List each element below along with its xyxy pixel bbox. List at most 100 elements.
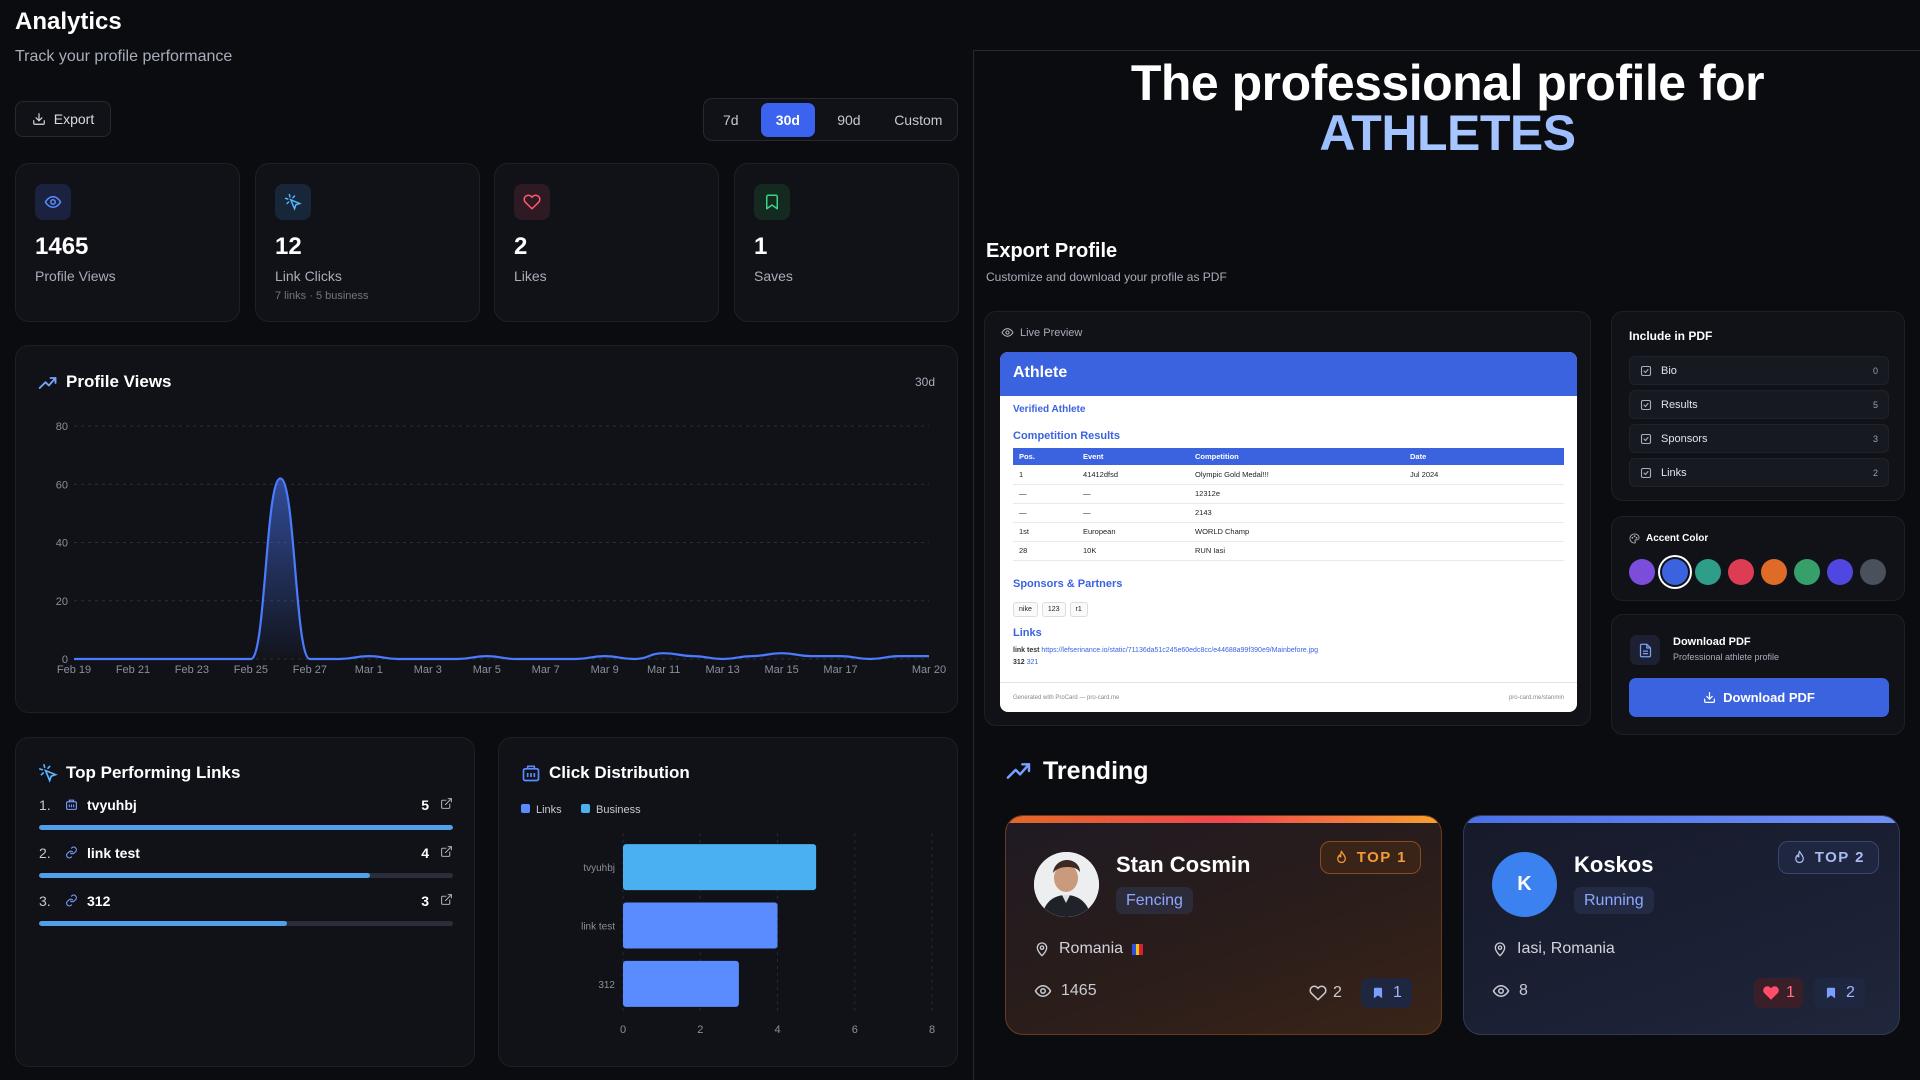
external-link-icon[interactable] bbox=[440, 893, 453, 911]
flame-icon bbox=[1334, 850, 1349, 865]
heart-icon bbox=[1762, 984, 1780, 1002]
stat-label: Likes bbox=[514, 268, 547, 284]
like-button[interactable]: 2 bbox=[1301, 978, 1350, 1008]
pdf-table-cell: RUN Iasi bbox=[1189, 541, 1404, 561]
include-label: Bio bbox=[1661, 364, 1677, 377]
include-label: Results bbox=[1661, 398, 1698, 411]
like-button[interactable]: 1 bbox=[1754, 978, 1803, 1008]
include-toggle-results[interactable]: Results 5 bbox=[1629, 390, 1889, 419]
pdf-table-cell: — bbox=[1013, 503, 1077, 523]
link-progress-fill bbox=[39, 825, 453, 830]
accent-title-label: Accent Color bbox=[1646, 533, 1709, 544]
section-title: Top Performing Links bbox=[66, 763, 241, 782]
athlete-name: Stan Cosmin bbox=[1116, 852, 1251, 877]
pdf-footer-right: pro-card.me/stanmin bbox=[1508, 695, 1564, 701]
pdf-table-cell: 2143 bbox=[1189, 503, 1404, 523]
checkbox-checked-icon bbox=[1640, 433, 1652, 445]
download-pdf-button[interactable]: Download PDF bbox=[1629, 678, 1889, 717]
stat-value: 2 bbox=[514, 233, 528, 260]
external-link-icon[interactable] bbox=[440, 845, 453, 863]
include-toggle-sponsors[interactable]: Sponsors 3 bbox=[1629, 424, 1889, 453]
eye-icon bbox=[1034, 982, 1052, 1000]
profile-views-chart: 020406080Feb 19 Feb 21 Feb 23 Feb 25 Feb 27 M… bbox=[56, 421, 946, 676]
flame-icon bbox=[1792, 850, 1807, 865]
accent-color-swatch[interactable] bbox=[1860, 559, 1886, 585]
pdf-athlete-name: Athlete bbox=[1000, 352, 1577, 396]
link-progress-track bbox=[39, 873, 453, 878]
category-label: tvyuhbj bbox=[583, 863, 615, 874]
link-rank: 1. bbox=[39, 797, 51, 813]
pdf-column-header: Pos. bbox=[1013, 448, 1077, 465]
stat-label: Saves bbox=[754, 268, 793, 284]
series-line bbox=[74, 477, 929, 661]
hero-heading: The professional profile for ATHLETES bbox=[975, 58, 1920, 158]
pdf-table-cell bbox=[1404, 484, 1564, 504]
export-label: Export bbox=[53, 111, 95, 127]
export-button[interactable]: Export bbox=[15, 101, 111, 137]
pdf-preview: Athlete Verified Athlete Competition Res… bbox=[1000, 352, 1577, 712]
accent-color-swatch[interactable] bbox=[1761, 559, 1787, 585]
legend-label: Links bbox=[536, 804, 562, 816]
heart-icon bbox=[514, 184, 550, 220]
pdf-link-label: link test bbox=[1013, 647, 1040, 654]
pdf-verified-label: Verified Athlete bbox=[1013, 404, 1086, 415]
pdf-sponsors-heading: Sponsors & Partners bbox=[1013, 578, 1123, 590]
include-toggle-links[interactable]: Links 2 bbox=[1629, 458, 1889, 487]
download-icon bbox=[1703, 691, 1716, 704]
pdf-table-cell bbox=[1404, 503, 1564, 523]
x-tick-label: Feb 19 bbox=[57, 664, 91, 676]
link-row[interactable]: 3. 312 3 bbox=[39, 893, 453, 933]
rank-label: TOP 1 bbox=[1356, 849, 1407, 866]
stat-value: 1 bbox=[754, 233, 768, 260]
sport-badge: Fencing bbox=[1116, 887, 1193, 914]
checkbox-checked-icon bbox=[1640, 365, 1652, 377]
eye-icon bbox=[1001, 326, 1014, 339]
date-range-selector: 7d 30d 90d Custom bbox=[703, 98, 958, 141]
eye-icon bbox=[1492, 982, 1510, 1000]
accent-color-swatch[interactable] bbox=[1695, 559, 1721, 585]
accent-color-swatch[interactable] bbox=[1662, 559, 1688, 585]
accent-color-swatch[interactable] bbox=[1728, 559, 1754, 585]
accent-color-swatch[interactable] bbox=[1629, 559, 1655, 585]
range-90d-button[interactable]: 90d bbox=[821, 103, 877, 137]
likes-value: 1 bbox=[1786, 984, 1795, 1001]
range-7d-button[interactable]: 7d bbox=[707, 103, 755, 137]
athlete-name: Koskos bbox=[1574, 852, 1654, 877]
athlete-card[interactable]: K Koskos Running TOP 2 Iasi, Romania 8 1… bbox=[1463, 815, 1900, 1035]
x-tick-label: Mar 3 bbox=[414, 664, 442, 676]
trending-title: Trending bbox=[1043, 757, 1149, 785]
link-progress-track bbox=[39, 825, 453, 830]
x-tick-label: 2 bbox=[697, 1024, 703, 1036]
range-custom-button[interactable]: Custom bbox=[883, 103, 954, 137]
x-tick-label: Mar 17 bbox=[823, 664, 857, 676]
external-link-icon[interactable] bbox=[440, 797, 453, 815]
link-rank: 3. bbox=[39, 893, 51, 909]
link-row[interactable]: 1. tvyuhbj 5 bbox=[39, 797, 453, 837]
link-row[interactable]: 2. link test 4 bbox=[39, 845, 453, 885]
athlete-card[interactable]: Stan Cosmin Fencing TOP 1 Romania 1465 2… bbox=[1005, 815, 1442, 1035]
pdf-sponsor-chip: 123 bbox=[1041, 602, 1066, 617]
accent-color-swatch[interactable] bbox=[1827, 559, 1853, 585]
bookmark-icon bbox=[1824, 985, 1838, 1001]
save-button[interactable]: 2 bbox=[1814, 978, 1865, 1008]
pdf-link-row: 312 321 bbox=[1013, 659, 1038, 666]
flag-icon bbox=[1132, 943, 1144, 955]
download-title: Download PDF bbox=[1673, 636, 1751, 648]
pdf-table-cell: 12312e bbox=[1189, 484, 1404, 504]
accent-color-swatch[interactable] bbox=[1794, 559, 1820, 585]
pdf-table-row: 1st European WORLD Champ bbox=[1013, 522, 1564, 542]
pdf-column-header: Competition bbox=[1189, 448, 1404, 465]
link-progress-track bbox=[39, 921, 453, 926]
views-count: 8 bbox=[1492, 982, 1528, 1000]
location-label: Iasi, Romania bbox=[1517, 940, 1615, 957]
stat-card-views: 1465 Profile Views bbox=[15, 163, 240, 322]
range-30d-button[interactable]: 30d bbox=[760, 102, 816, 137]
accent-color-title: Accent Color bbox=[1629, 533, 1708, 544]
pdf-link-label: 312 bbox=[1013, 659, 1025, 666]
include-count: 5 bbox=[1872, 399, 1878, 410]
link-rank: 2. bbox=[39, 845, 51, 861]
x-tick-label: Feb 23 bbox=[175, 664, 209, 676]
include-toggle-bio[interactable]: Bio 0 bbox=[1629, 356, 1889, 385]
save-button[interactable]: 1 bbox=[1361, 978, 1412, 1008]
include-count: 3 bbox=[1872, 433, 1878, 444]
